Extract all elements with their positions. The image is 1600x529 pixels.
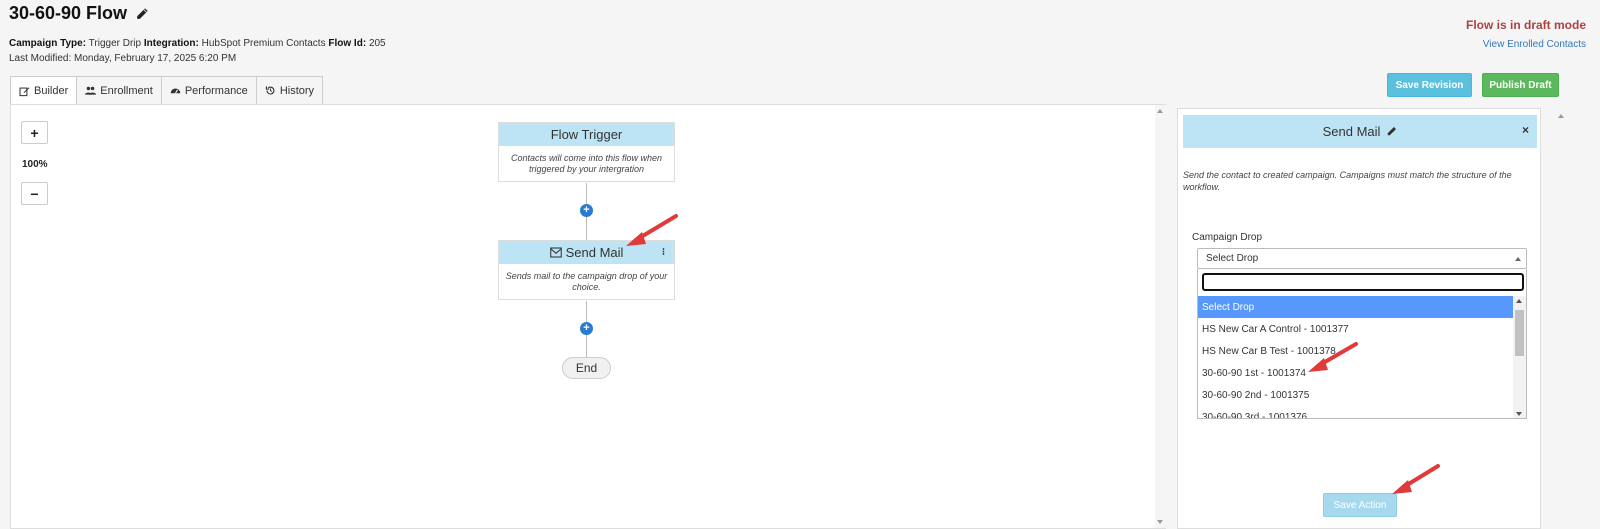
save-action-button[interactable]: Save Action [1323,493,1397,517]
node-title: Send Mail [565,245,624,260]
dropdown-scrollbar[interactable] [1513,296,1526,418]
view-enrolled-link[interactable]: View Enrolled Contacts [1483,39,1586,50]
dropdown-option[interactable]: HS New Car A Control - 1001377 [1198,318,1513,340]
tab-label: Builder [34,85,69,97]
draft-status: Flow is in draft mode [1465,18,1586,32]
node-title: Flow Trigger [499,123,674,146]
flow-title-text: 30-60-90 Flow [9,3,128,23]
tab-label: Performance [184,84,248,97]
save-revision-button[interactable]: Save Revision [1387,73,1472,97]
dropdown-options: Select Drop HS New Car A Control - 10013… [1198,296,1513,419]
connector-line [586,301,587,322]
zoom-in-button[interactable]: + [21,121,48,144]
add-step-button[interactable]: + [580,322,593,335]
history-icon [265,86,275,95]
tab-history[interactable]: History [255,76,324,104]
last-modified: Last Modified: Monday, February 17, 2025… [9,53,237,64]
connector-line [586,217,587,240]
dropdown-search-input[interactable] [1202,273,1524,291]
node-header: Send Mail ⁝ [499,241,674,264]
campaign-type-label: Campaign Type: [9,38,87,49]
zoom-level: 100% [22,159,48,170]
connector-line [586,335,587,357]
flow-meta: Campaign Type: Trigger Drip Integration:… [9,38,386,49]
action-settings-panel: Send Mail × Send the contact to created … [1177,108,1541,529]
connector-line [586,183,587,204]
flow-id-label: Flow Id: [328,38,367,49]
campaign-type-value: Trigger Drip [88,38,142,49]
flow-id-value: 205 [368,38,386,49]
node-description: Contacts will come into this flow when t… [510,153,663,174]
pencil-icon[interactable] [135,7,149,21]
tab-label: Enrollment [100,84,153,97]
scroll-up-arrow-icon[interactable] [1558,114,1564,118]
campaign-drop-select[interactable]: Select Drop [1197,248,1527,269]
end-node[interactable]: End [562,357,611,379]
page-header: 30-60-90 Flow Campaign Type: Trigger Dri… [0,0,1600,76]
campaign-drop-dropdown: Select Drop HS New Car A Control - 10013… [1197,269,1527,419]
scroll-thumb[interactable] [1515,310,1524,356]
integration-value: HubSpot Premium Contacts [201,38,326,49]
tab-enrollment[interactable]: Enrollment [76,76,162,104]
scroll-down-arrow-icon[interactable] [1157,520,1163,524]
publish-draft-button[interactable]: Publish Draft [1482,73,1559,97]
edit-icon [19,86,30,96]
dropdown-option[interactable]: Select Drop [1198,296,1513,318]
panel-scrollbar[interactable] [1555,108,1567,529]
kebab-menu-icon[interactable]: ⁝ [662,247,665,258]
flow-canvas[interactable]: + 100% − Flow Trigger Contacts will come… [10,104,1166,529]
panel-description: Send the contact to created campaign. Ca… [1183,170,1512,192]
tab-performance[interactable]: Performance [160,76,257,104]
send-mail-node[interactable]: Send Mail ⁝ Sends mail to the campaign d… [498,240,675,300]
campaign-drop-label: Campaign Drop [1192,232,1263,243]
panel-title: Send Mail [1322,124,1381,139]
dropdown-option[interactable]: 30-60-90 3rd - 1001376 [1198,406,1513,419]
tab-bar: Builder Enrollment Performance History [10,76,324,105]
close-icon[interactable]: × [1522,123,1529,137]
users-icon [85,86,97,95]
integration-label: Integration: [143,38,199,49]
dropdown-option[interactable]: 30-60-90 1st - 1001374 [1198,362,1513,384]
tab-label: History [279,84,315,97]
node-description: Sends mail to the campaign drop of your … [505,271,668,292]
dropdown-option[interactable]: 30-60-90 2nd - 1001375 [1198,384,1513,406]
dashboard-icon [170,88,181,94]
scroll-up-arrow-icon[interactable] [1157,109,1163,113]
canvas-scrollbar[interactable] [1155,105,1166,528]
select-value: Select Drop [1206,253,1259,264]
flow-title: 30-60-90 Flow [9,3,149,24]
envelope-icon [549,247,562,258]
panel-header: Send Mail × [1183,115,1537,148]
add-step-button[interactable]: + [580,204,593,217]
scroll-down-arrow-icon[interactable] [1516,412,1522,416]
pencil-icon[interactable] [1386,126,1397,137]
tab-builder[interactable]: Builder [10,76,78,105]
zoom-out-button[interactable]: − [21,182,48,205]
scroll-up-arrow-icon[interactable] [1516,299,1522,303]
dropdown-option[interactable]: HS New Car B Test - 1001378 [1198,340,1513,362]
flow-trigger-node[interactable]: Flow Trigger Contacts will come into thi… [498,122,675,182]
chevron-up-icon [1515,257,1521,261]
